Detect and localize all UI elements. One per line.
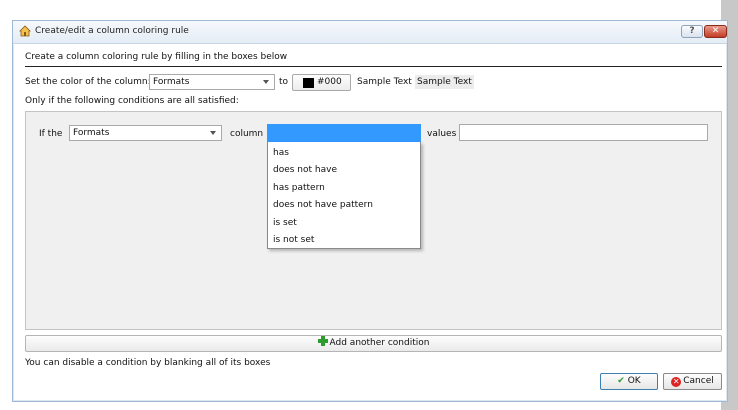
chevron-down-icon [210,131,216,135]
operator-option-has-pattern[interactable]: has pattern [273,183,325,193]
if-label: If the [39,129,63,139]
ok-label: OK [627,376,641,386]
close-button[interactable]: ✕ [704,25,727,38]
color-value: #000 [317,77,342,87]
condition-field-select[interactable]: Formats [69,125,222,141]
plus-icon [317,336,328,346]
hint-text: You can disable a condition by blanking … [25,358,271,368]
values-label: values [427,129,457,139]
conditions-label: Only if the following conditions are all… [25,96,239,106]
ok-button[interactable]: ✔ OK [600,373,658,390]
dialog-window: Create/edit a column coloring rule ? ✕ C… [12,20,728,402]
sample-text-highlighted: Sample Text [415,75,474,89]
to-label: to [279,77,289,87]
operator-option-does-not-have-pattern[interactable]: does not have pattern [273,200,373,210]
operator-select[interactable] [267,124,421,142]
condition-field-value: Formats [73,128,110,138]
color-picker-button[interactable]: #000 [292,74,351,91]
checkmark-icon: ✔ [617,376,625,386]
help-button[interactable]: ? [681,25,703,38]
values-input[interactable] [459,124,708,141]
color-swatch [303,78,314,88]
window-title: Create/edit a column coloring rule [35,26,189,36]
operator-option-is-not-set[interactable]: is not set [273,235,314,245]
separator [25,66,722,67]
intro-text: Create a column coloring rule by filling… [25,52,288,62]
add-condition-button[interactable]: Add another condition [25,335,722,352]
operator-option-is-set[interactable]: is set [273,218,297,228]
operator-option-does-not-have[interactable]: does not have [273,165,337,175]
color-column-value: Formats [153,77,190,87]
add-condition-label: Add another condition [329,338,430,348]
cancel-button[interactable]: ✕ Cancel [663,373,722,390]
color-row-label: Set the color of the column: [25,77,151,87]
cancel-icon: ✕ [671,377,682,387]
operator-dropdown-list: has does not have has pattern does not h… [267,142,421,249]
title-bar: Create/edit a column coloring rule ? ✕ [13,21,727,44]
chevron-down-icon [263,80,269,84]
cancel-label: Cancel [683,376,714,386]
column-label: column [230,129,264,139]
operator-option-has[interactable]: has [273,148,289,158]
sample-text-plain: Sample Text [357,77,412,87]
color-column-select[interactable]: Formats [149,74,275,90]
app-icon [19,25,31,37]
